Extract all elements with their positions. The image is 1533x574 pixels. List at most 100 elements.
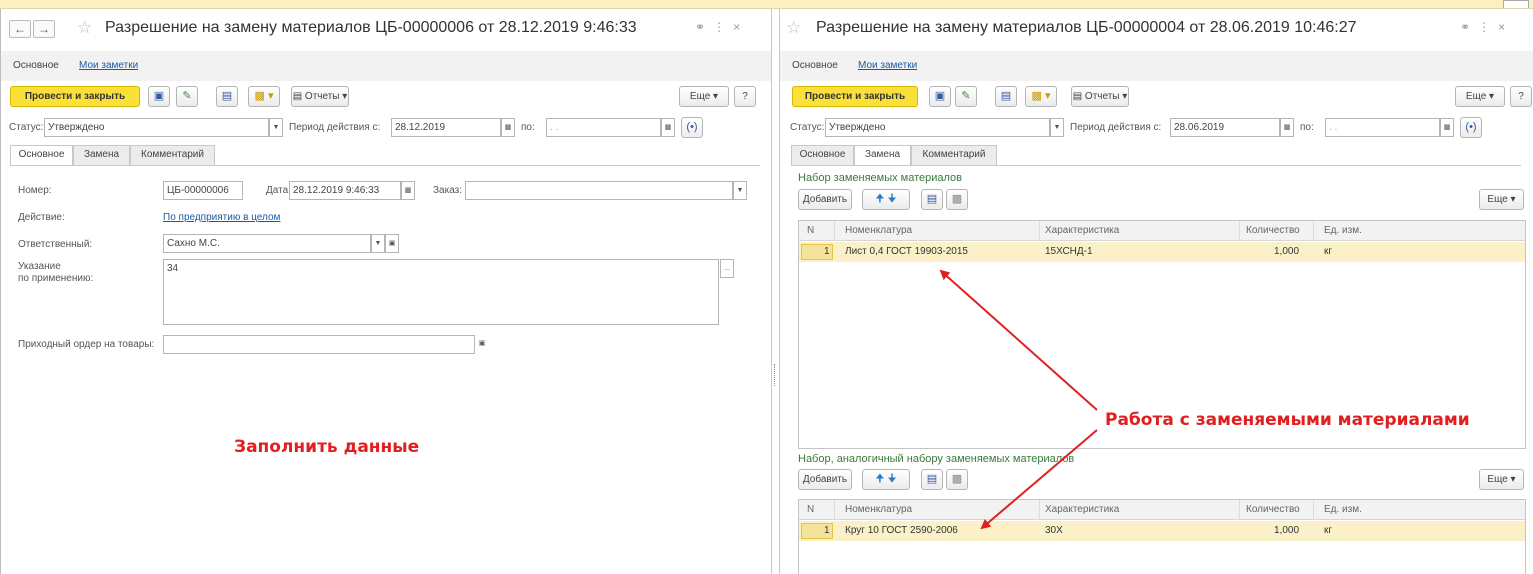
calendar-icon[interactable]: ▩ [661, 118, 675, 137]
reports-icon: ▤ [1072, 91, 1085, 102]
menu-icon[interactable]: ⋮ [1478, 20, 1498, 34]
tab-basic[interactable]: Основное [10, 145, 73, 166]
order-label: Заказ: [433, 185, 463, 196]
document-icon[interactable]: ▤ [216, 86, 238, 107]
status-select[interactable]: Утверждено [825, 118, 1050, 137]
order-select[interactable] [465, 181, 733, 200]
link-icon[interactable]: ⚭ [1460, 20, 1478, 34]
link-period-icon[interactable]: (•) [1460, 117, 1482, 138]
link-period-icon[interactable]: (•) [681, 117, 703, 138]
favorite-star-icon[interactable]: ☆ [786, 18, 801, 38]
reports-button[interactable]: ▤ Отчеты ▾ [291, 86, 349, 107]
post-and-close-button[interactable]: Провести и закрыть [792, 86, 918, 107]
tab-replacement[interactable]: Замена [854, 145, 911, 166]
analog-materials-table[interactable]: N Номенклатура Характеристика Количество… [798, 499, 1526, 574]
open-icon[interactable]: ▣ [475, 335, 489, 354]
tab-basic[interactable]: Основное [791, 145, 854, 165]
cell-characteristic: 15ХСНД-1 [1045, 246, 1093, 257]
period-to-label: по: [521, 122, 535, 133]
receipt-input[interactable] [163, 335, 475, 354]
period-to-input[interactable]: . . [546, 118, 661, 137]
responsible-input[interactable]: Сахно М.С. [163, 234, 371, 253]
col-item[interactable]: Номенклатура [845, 225, 912, 236]
responsible-label: Ответственный: [18, 239, 93, 250]
status-select[interactable]: Утверждено [44, 118, 269, 137]
reports-button[interactable]: ▤ Отчеты ▾ [1071, 86, 1129, 107]
paste-icon[interactable]: ▩ [946, 469, 968, 490]
tab-my-notes[interactable]: Мои заметки [79, 60, 138, 71]
calendar-icon[interactable]: ▩ [401, 181, 415, 200]
page-title: Разрешение на замену материалов ЦБ-00000… [816, 19, 1357, 36]
tab-my-notes[interactable]: Мои заметки [858, 60, 917, 71]
move-up-down-icon[interactable]: 🠉 🠋 [862, 469, 910, 490]
col-qty[interactable]: Количество [1246, 504, 1300, 515]
copy-icon[interactable]: ▤ [921, 469, 943, 490]
splitter-grip[interactable] [774, 364, 777, 386]
table-row[interactable]: 1 Лист 0,4 ГОСТ 19903-2015 15ХСНД-1 1,00… [799, 242, 1525, 262]
tab-main[interactable]: Основное [792, 60, 838, 71]
help-button[interactable]: ? [1510, 86, 1532, 107]
link-icon[interactable]: ⚭ [695, 20, 713, 34]
close-icon[interactable]: × [733, 20, 748, 34]
paste-icon[interactable]: ▩ [946, 189, 968, 210]
tab-divider [791, 165, 1521, 166]
period-from-input[interactable]: 28.12.2019 [391, 118, 501, 137]
tab-comment[interactable]: Комментарий [130, 145, 215, 165]
post-and-close-button[interactable]: Провести и закрыть [10, 86, 140, 107]
action-label: Действие: [18, 212, 65, 223]
chevron-down-icon[interactable]: ▼ [371, 234, 385, 253]
save-icon[interactable]: ▣ [929, 86, 951, 107]
instruction-textarea[interactable]: 34 [163, 259, 719, 325]
pane-splitter[interactable] [771, 9, 780, 574]
favorite-star-icon[interactable]: ☆ [77, 18, 92, 38]
menu-icon[interactable]: ⋮ [713, 20, 733, 34]
col-n[interactable]: N [807, 225, 814, 236]
create-based-on-icon[interactable]: ▩ ▾ [1025, 86, 1057, 107]
post-icon[interactable]: ✎ [176, 86, 198, 107]
col-unit[interactable]: Ед. изм. [1324, 504, 1362, 515]
help-button[interactable]: ? [734, 86, 756, 107]
tab-main[interactable]: Основное [13, 60, 59, 71]
col-characteristic[interactable]: Характеристика [1045, 504, 1119, 515]
close-icon[interactable]: × [1498, 20, 1513, 34]
save-icon[interactable]: ▣ [148, 86, 170, 107]
more-button[interactable]: Еще ▾ [1455, 86, 1505, 107]
col-unit[interactable]: Ед. изм. [1324, 225, 1362, 236]
calendar-icon[interactable]: ▩ [1440, 118, 1454, 137]
period-to-input[interactable]: . . [1325, 118, 1440, 137]
calendar-icon[interactable]: ▩ [1280, 118, 1294, 137]
chevron-down-icon[interactable]: ▼ [269, 118, 283, 137]
open-icon[interactable]: ▣ [385, 234, 399, 253]
chevron-down-icon[interactable]: ▼ [1050, 118, 1064, 137]
cell-item: Круг 10 ГОСТ 2590-2006 [845, 525, 958, 536]
chevron-down-icon[interactable]: ▼ [733, 181, 747, 200]
add-button[interactable]: Добавить [798, 189, 852, 210]
period-from-input[interactable]: 28.06.2019 [1170, 118, 1280, 137]
back-arrow-icon[interactable]: ← [9, 20, 31, 38]
tab-replacement[interactable]: Замена [73, 145, 130, 165]
move-up-down-icon[interactable]: 🠉 🠋 [862, 189, 910, 210]
date-input[interactable]: 28.12.2019 9:46:33 [289, 181, 401, 200]
more-button[interactable]: Еще ▾ [679, 86, 729, 107]
status-label: Статус: [790, 122, 825, 133]
copy-icon[interactable]: ▤ [921, 189, 943, 210]
col-item[interactable]: Номенклатура [845, 504, 912, 515]
tab-comment[interactable]: Комментарий [911, 145, 997, 165]
create-based-on-icon[interactable]: ▩ ▾ [248, 86, 280, 107]
col-n[interactable]: N [807, 504, 814, 515]
forward-arrow-icon[interactable]: → [33, 20, 55, 38]
col-characteristic[interactable]: Характеристика [1045, 225, 1119, 236]
cell-qty: 1,000 [1274, 246, 1300, 257]
more-button[interactable]: Еще ▾ [1479, 469, 1524, 490]
action-link[interactable]: По предприятию в целом [163, 212, 280, 223]
table-row[interactable]: 1 Круг 10 ГОСТ 2590-2006 30Х 1,000 кг [799, 521, 1525, 541]
post-icon[interactable]: ✎ [955, 86, 977, 107]
col-qty[interactable]: Количество [1246, 225, 1300, 236]
number-input[interactable]: ЦБ-00000006 [163, 181, 243, 200]
more-button[interactable]: Еще ▾ [1479, 189, 1524, 210]
ellipsis-icon[interactable]: ... [720, 259, 734, 278]
add-button[interactable]: Добавить [798, 469, 852, 490]
calendar-icon[interactable]: ▩ [501, 118, 515, 137]
col-sep [1313, 221, 1314, 241]
document-icon[interactable]: ▤ [995, 86, 1017, 107]
